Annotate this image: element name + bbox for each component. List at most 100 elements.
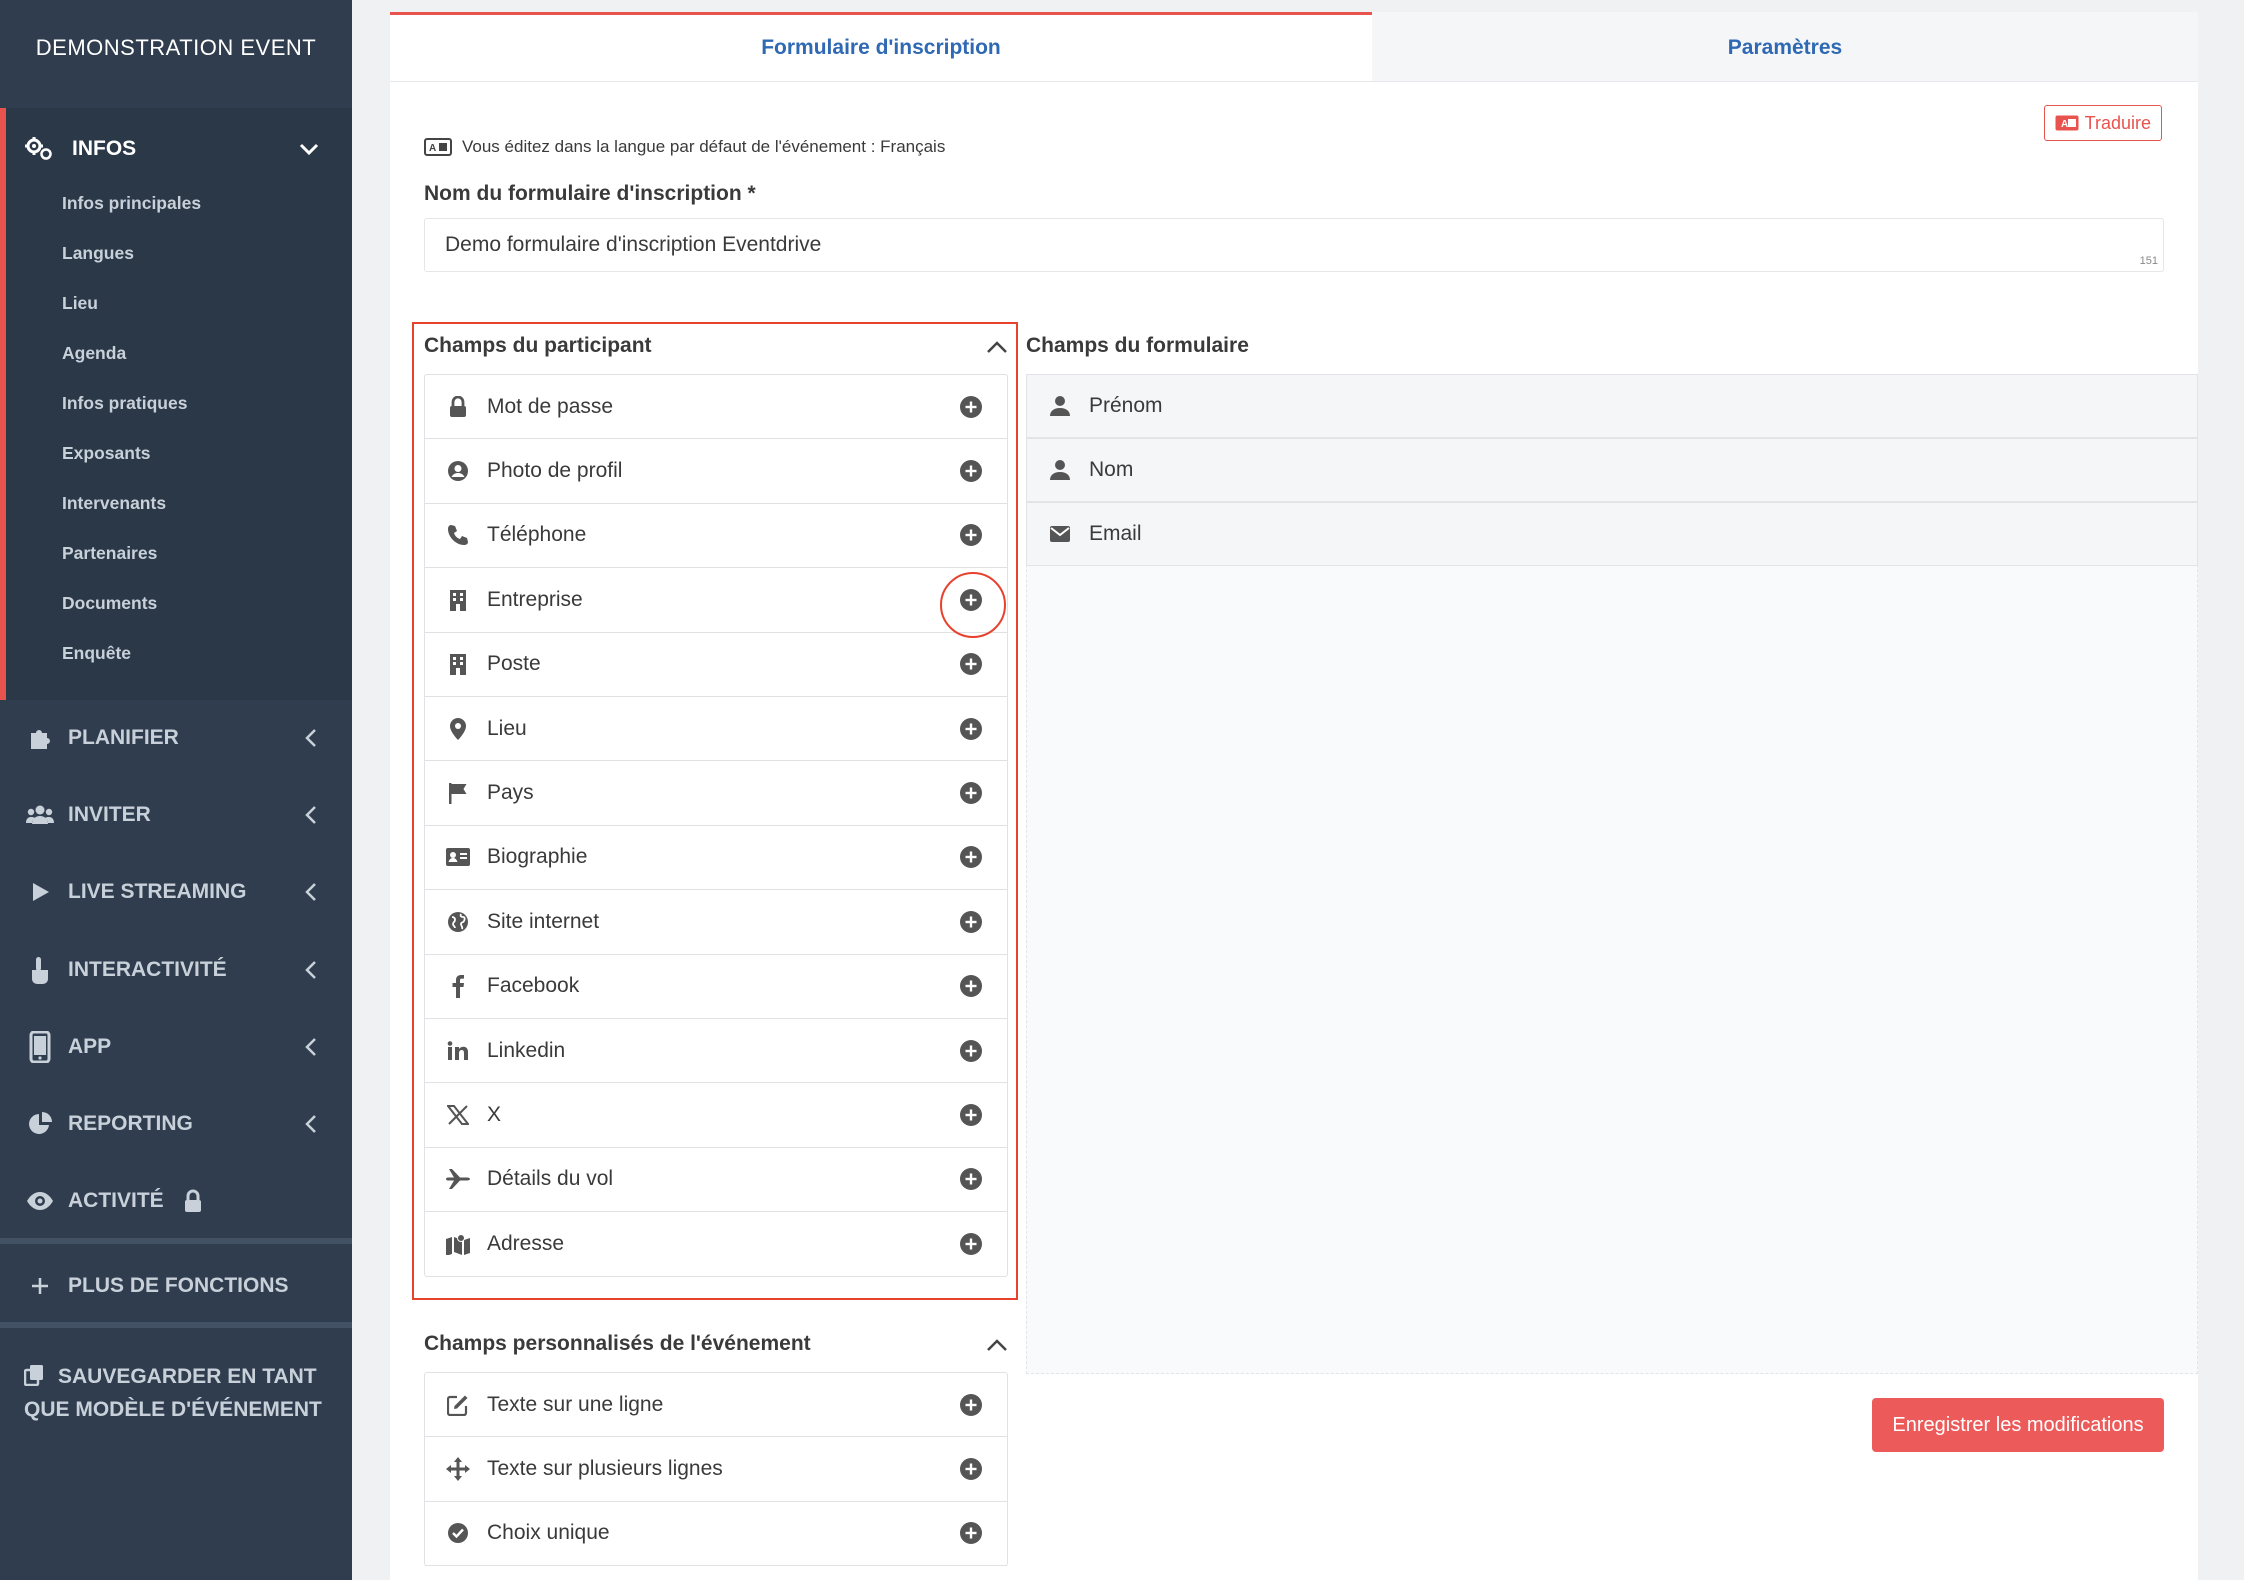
list-item[interactable]: Site internet bbox=[425, 890, 1007, 955]
sidebar-item-reporting[interactable]: REPORTING bbox=[0, 1086, 352, 1162]
sidebar-item-langues[interactable]: Langues bbox=[62, 228, 352, 278]
add-circle-icon[interactable] bbox=[959, 652, 983, 676]
list-item[interactable]: Détails du vol bbox=[425, 1148, 1007, 1213]
form-field-row[interactable]: Nom bbox=[1026, 438, 2198, 502]
list-item[interactable]: Biographie bbox=[425, 826, 1007, 891]
sidebar-label: PLUS DE FONCTIONS bbox=[68, 1274, 289, 1297]
list-item[interactable]: Adresse bbox=[425, 1212, 1007, 1276]
list-item[interactable]: Mot de passe bbox=[425, 375, 1007, 440]
add-circle-icon[interactable] bbox=[959, 523, 983, 547]
translate-button[interactable]: A Traduire bbox=[2043, 105, 2162, 141]
list-item[interactable]: Entreprise bbox=[425, 568, 1007, 633]
save-changes-button[interactable]: Enregistrer les modifications bbox=[1872, 1398, 2164, 1452]
chevron-left-icon bbox=[305, 1115, 316, 1133]
add-circle-icon[interactable] bbox=[959, 588, 983, 612]
form-name-input[interactable] bbox=[424, 218, 2164, 272]
list-item[interactable]: Photo de profil bbox=[425, 439, 1007, 504]
add-circle-icon[interactable] bbox=[959, 1457, 983, 1481]
custom-fields-title: Champs personnalisés de l'événement bbox=[424, 1332, 811, 1355]
add-circle-icon[interactable] bbox=[959, 395, 983, 419]
sidebar-item-documents[interactable]: Documents bbox=[62, 578, 352, 628]
tab-parametres[interactable]: Paramètres bbox=[1372, 12, 2198, 81]
facebook-icon bbox=[452, 975, 464, 999]
sidebar: DEMONSTRATION EVENT INFOS Infos principa… bbox=[0, 0, 352, 1580]
sidebar-item-inviter[interactable]: INVITER bbox=[0, 777, 352, 853]
list-item[interactable]: Lieu bbox=[425, 697, 1007, 762]
add-circle-icon[interactable] bbox=[959, 717, 983, 741]
edit-icon bbox=[447, 1395, 468, 1416]
add-circle-icon[interactable] bbox=[959, 781, 983, 805]
chevron-up-icon[interactable] bbox=[986, 1338, 1008, 1352]
add-circle-icon[interactable] bbox=[959, 1393, 983, 1417]
pointer-hand-icon bbox=[32, 957, 48, 984]
chevron-left-icon bbox=[305, 729, 316, 747]
form-fields-dropzone[interactable]: Prénom Nom Email bbox=[1026, 374, 2198, 1374]
chevron-left-icon bbox=[305, 883, 316, 901]
sidebar-item-planifier[interactable]: PLANIFIER bbox=[0, 700, 352, 776]
linkedin-icon bbox=[447, 1040, 468, 1060]
custom-fields-list: Texte sur une ligne Texte sur plusieurs … bbox=[424, 1372, 1008, 1567]
map-pin-icon bbox=[450, 717, 466, 740]
add-circle-icon[interactable] bbox=[959, 459, 983, 483]
sidebar-infos-label: INFOS bbox=[72, 137, 137, 160]
list-item[interactable]: Poste bbox=[425, 633, 1007, 697]
sidebar-label: APP bbox=[68, 1035, 112, 1058]
field-label: Facebook bbox=[487, 974, 580, 998]
tab-formulaire-inscription[interactable]: Formulaire d'inscription bbox=[390, 12, 1372, 81]
sidebar-item-activite[interactable]: ACTIVITÉ bbox=[0, 1163, 352, 1239]
add-circle-icon[interactable] bbox=[959, 1039, 983, 1063]
sidebar-label: INVITER bbox=[68, 803, 151, 826]
sidebar-item-app[interactable]: APP bbox=[0, 1009, 352, 1085]
envelope-icon bbox=[1050, 526, 1070, 542]
list-item[interactable]: Linkedin bbox=[425, 1019, 1007, 1084]
sidebar-divider bbox=[0, 1238, 352, 1244]
add-circle-icon[interactable] bbox=[959, 1103, 983, 1127]
chevron-up-icon[interactable] bbox=[986, 340, 1008, 354]
sidebar-infos-submenu: Infos principales Langues Lieu Agenda In… bbox=[6, 190, 352, 678]
eye-icon bbox=[27, 1192, 53, 1210]
field-label: Mot de passe bbox=[487, 394, 614, 418]
form-field-row[interactable]: Email bbox=[1026, 502, 2198, 566]
sidebar-item-interactivite[interactable]: INTERACTIVITÉ bbox=[0, 932, 352, 1008]
sidebar-label: REPORTING bbox=[68, 1112, 193, 1135]
sidebar-item-infos-pratiques[interactable]: Infos pratiques bbox=[62, 378, 352, 428]
sidebar-item-agenda[interactable]: Agenda bbox=[62, 328, 352, 378]
sidebar-item-infos[interactable]: INFOS bbox=[6, 108, 352, 190]
add-circle-icon[interactable] bbox=[959, 845, 983, 869]
list-item[interactable]: Texte sur plusieurs lignes bbox=[425, 1437, 1007, 1502]
list-item[interactable]: Téléphone bbox=[425, 504, 1007, 569]
save-as-template-button[interactable]: SAUVEGARDER EN TANT QUE MODÈLE D'ÉVÉNEME… bbox=[0, 1350, 352, 1436]
lock-icon bbox=[450, 395, 466, 417]
list-item[interactable]: Choix unique bbox=[425, 1502, 1007, 1567]
copy-icon bbox=[24, 1365, 43, 1386]
list-item[interactable]: Pays bbox=[425, 761, 1007, 826]
sidebar-item-infos-principales[interactable]: Infos principales bbox=[62, 190, 352, 228]
add-circle-icon[interactable] bbox=[959, 1232, 983, 1256]
sidebar-item-enquete[interactable]: Enquête bbox=[62, 628, 352, 678]
field-label: Poste bbox=[487, 652, 541, 676]
sidebar-item-lieu[interactable]: Lieu bbox=[62, 278, 352, 328]
add-circle-icon[interactable] bbox=[959, 910, 983, 934]
tab-bar: Formulaire d'inscription Paramètres bbox=[390, 12, 2198, 82]
field-label: Biographie bbox=[487, 845, 588, 869]
sidebar-item-exposants[interactable]: Exposants bbox=[62, 428, 352, 478]
form-fields-title: Champs du formulaire bbox=[1026, 334, 1249, 357]
sidebar-item-partenaires[interactable]: Partenaires bbox=[62, 528, 352, 578]
field-label: Linkedin bbox=[487, 1038, 566, 1062]
mobile-icon bbox=[29, 1031, 51, 1063]
add-circle-icon[interactable] bbox=[959, 974, 983, 998]
sidebar-item-intervenants[interactable]: Intervenants bbox=[62, 478, 352, 528]
puzzle-icon bbox=[31, 730, 50, 749]
sidebar-item-plus-de-fonctions[interactable]: PLUS DE FONCTIONS bbox=[0, 1248, 352, 1324]
add-circle-icon[interactable] bbox=[959, 1521, 983, 1545]
sidebar-divider bbox=[0, 1322, 352, 1328]
check-circle-icon bbox=[448, 1523, 468, 1544]
form-field-row[interactable]: Prénom bbox=[1026, 374, 2198, 438]
add-circle-icon[interactable] bbox=[959, 1167, 983, 1191]
sidebar-label: ACTIVITÉ bbox=[68, 1189, 164, 1212]
list-item[interactable]: X bbox=[425, 1083, 1007, 1148]
sidebar-item-live-streaming[interactable]: LIVE STREAMING bbox=[0, 854, 352, 930]
list-item[interactable]: Facebook bbox=[425, 955, 1007, 1019]
field-label: Pays bbox=[487, 781, 534, 805]
list-item[interactable]: Texte sur une ligne bbox=[425, 1373, 1007, 1438]
